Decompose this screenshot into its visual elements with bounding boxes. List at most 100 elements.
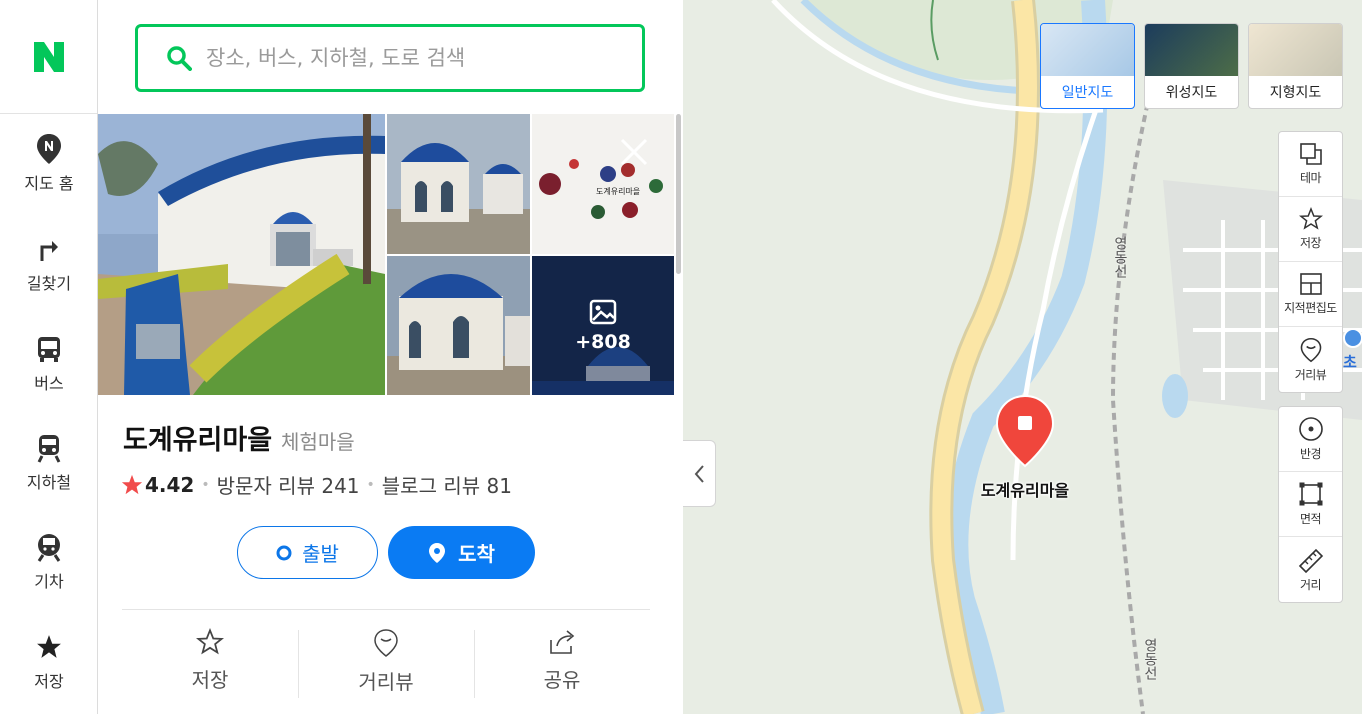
nav-label: 기차 <box>34 572 64 591</box>
radius-tool[interactable]: 반경 <box>1279 407 1342 472</box>
map-type-label: 위성지도 <box>1165 85 1218 101</box>
tool-label: 반경 <box>1299 447 1322 461</box>
train-icon <box>34 532 64 562</box>
naver-n-icon <box>33 41 64 72</box>
tool-label: 테마 <box>1299 171 1322 185</box>
map-type-label: 일반지도 <box>1061 85 1114 101</box>
photo-count: +808 <box>575 330 631 353</box>
star-outline-icon <box>196 628 224 655</box>
bus-icon <box>34 334 64 364</box>
naver-logo[interactable] <box>0 0 97 114</box>
gallery-more-photos[interactable]: +808 <box>532 256 674 395</box>
nav-bus[interactable]: 버스 <box>0 334 98 424</box>
gallery-photo[interactable] <box>387 114 530 254</box>
rating-value: 4.42 <box>145 472 195 497</box>
place-title: 도계유리마을 체험마을 <box>123 418 355 457</box>
map-marker-icon <box>995 394 1055 468</box>
ruler-icon <box>1298 548 1323 573</box>
tool-label: 거리 <box>1299 577 1322 592</box>
village-sign-text: 도계유리마을 <box>596 186 640 196</box>
map-tools-upper: 테마 저장 지적편집도 거리뷰 <box>1278 131 1343 393</box>
destination-pin-icon <box>429 542 446 563</box>
main-photo[interactable] <box>98 114 385 395</box>
visitor-reviews-link[interactable]: 방문자 리뷰 241 <box>217 470 360 499</box>
action-label: 저장 <box>191 668 229 692</box>
arrive-button[interactable]: 도착 <box>388 526 535 579</box>
nav-subway[interactable]: 지하철 <box>0 433 98 523</box>
image-icon <box>589 299 617 324</box>
distance-tool[interactable]: 거리 <box>1279 537 1342 602</box>
place-marker[interactable] <box>995 394 1055 469</box>
search-box[interactable] <box>135 24 645 92</box>
share-action[interactable]: 공유 <box>474 628 650 698</box>
close-icon <box>620 138 648 166</box>
map-tools-lower: 반경 면적 거리 <box>1278 406 1343 603</box>
origin-dot-icon <box>276 545 292 560</box>
star-icon <box>34 632 64 662</box>
tool-label: 거리뷰 <box>1294 367 1327 382</box>
left-navigation: 지도 홈 길찾기 버스 지하철 기차 저장 <box>0 0 98 714</box>
chevron-left-icon <box>694 464 704 483</box>
turn-right-arrow-icon <box>34 234 64 264</box>
nav-map-home[interactable]: 지도 홈 <box>0 134 98 224</box>
blog-reviews-link[interactable]: 블로그 리뷰 81 <box>382 470 512 499</box>
cadastral-grid-icon <box>1299 273 1322 295</box>
gallery-photo[interactable]: 도계유리마을 <box>532 114 674 254</box>
separator-dot: • <box>201 476 210 493</box>
depart-button[interactable]: 출발 <box>237 526 378 579</box>
tool-label: 지적편집도 <box>1284 301 1337 315</box>
map-pin-n-icon <box>34 134 64 164</box>
rating-star-icon <box>121 474 143 494</box>
poi-label[interactable]: 초 <box>1343 351 1357 372</box>
theme-layers-icon <box>1299 143 1322 165</box>
place-panel: 도계유리마을 <box>98 0 683 714</box>
street-view-pin-icon <box>374 629 398 657</box>
place-name: 도계유리마을 <box>123 425 273 456</box>
panel-scrollbar[interactable] <box>676 114 681 274</box>
nav-directions[interactable]: 길찾기 <box>0 234 98 324</box>
nav-train[interactable]: 기차 <box>0 532 98 622</box>
radius-icon <box>1298 417 1323 441</box>
arrive-label: 도착 <box>458 542 495 566</box>
separator-dot: • <box>366 476 375 493</box>
nav-label: 지도 홈 <box>24 174 74 193</box>
gallery-photo[interactable] <box>387 256 530 395</box>
street-view-action[interactable]: 거리뷰 <box>298 628 474 698</box>
nav-label: 저장 <box>34 672 64 691</box>
nav-label: 길찾기 <box>26 274 72 293</box>
nav-label: 지하철 <box>26 473 72 492</box>
map-type-satellite[interactable]: 위성지도 <box>1144 23 1239 109</box>
divider <box>122 609 650 610</box>
map-type-normal[interactable]: 일반지도 <box>1040 23 1135 109</box>
collapse-panel-button[interactable] <box>683 440 716 507</box>
rail-line-label: 영동선 <box>1142 638 1158 680</box>
search-icon <box>167 46 192 71</box>
theme-tool[interactable]: 테마 <box>1279 132 1342 197</box>
review-summary: 4.42 • 방문자 리뷰 241 • 블로그 리뷰 81 <box>121 470 512 499</box>
street-view-pin-icon <box>1300 337 1321 362</box>
map-type-terrain[interactable]: 지형지도 <box>1248 23 1343 109</box>
photo-gallery: 도계유리마을 +808 <box>98 114 674 395</box>
subway-icon <box>34 433 64 463</box>
search-input[interactable] <box>206 46 626 70</box>
action-label: 거리뷰 <box>358 670 414 694</box>
tool-label: 면적 <box>1299 512 1322 526</box>
star-outline-icon <box>1298 207 1323 230</box>
marker-label[interactable]: 도계유리마을 <box>965 477 1085 501</box>
rail-line-label: 영동선 <box>1112 236 1128 278</box>
nav-saved[interactable]: 저장 <box>0 632 98 714</box>
save-tool[interactable]: 저장 <box>1279 197 1342 262</box>
tool-label: 저장 <box>1299 236 1322 250</box>
nav-label: 버스 <box>34 374 64 393</box>
photo-count-overlay: +808 <box>532 256 674 395</box>
cadastral-tool[interactable]: 지적편집도 <box>1279 262 1342 327</box>
area-tool[interactable]: 면적 <box>1279 472 1342 537</box>
close-gallery-button[interactable] <box>618 136 650 168</box>
share-icon <box>550 630 575 654</box>
save-action[interactable]: 저장 <box>122 628 298 698</box>
street-view-tool[interactable]: 거리뷰 <box>1279 327 1342 392</box>
poi-marker-icon[interactable] <box>1343 328 1362 348</box>
place-category: 체험마을 <box>281 430 355 454</box>
area-icon <box>1299 482 1322 506</box>
map-type-label: 지형지도 <box>1269 85 1322 101</box>
